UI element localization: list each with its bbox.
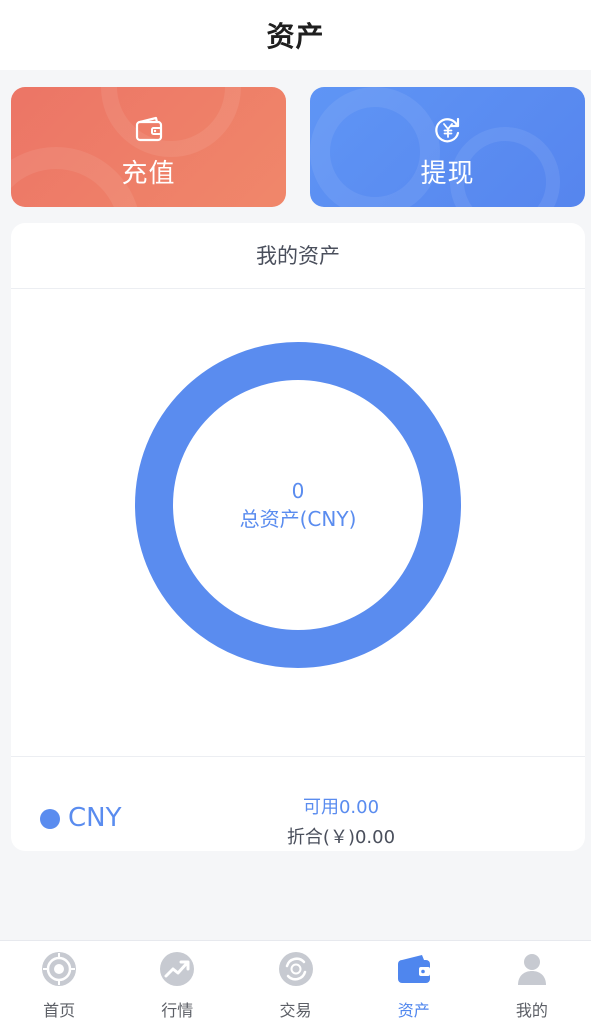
wallet-icon <box>397 955 430 983</box>
withdraw-button[interactable]: 提现 <box>310 87 585 207</box>
nav-item-home[interactable]: 首页 <box>0 941 118 1024</box>
nav-label-trade: 交易 <box>279 1001 312 1020</box>
recharge-button[interactable]: 充值 <box>11 87 286 207</box>
recharge-label: 充值 <box>121 159 176 189</box>
nav-label-home: 首页 <box>43 1001 76 1020</box>
total-assets-value: 0 <box>291 479 305 503</box>
card-decoration <box>101 87 241 157</box>
nav-item-assets[interactable]: 资产 <box>355 941 473 1024</box>
asset-chart-area: 0 总资产(CNY) <box>11 289 585 757</box>
bottom-nav: 首页 行情 交易 资产 我的 <box>0 940 591 1024</box>
wallet-icon <box>135 116 162 142</box>
nav-label-assets: 资产 <box>397 1001 430 1020</box>
withdraw-label: 提现 <box>420 159 475 189</box>
market-trend-icon <box>160 952 195 986</box>
yuan-refresh-icon <box>434 117 459 143</box>
nav-item-market[interactable]: 行情 <box>118 941 236 1024</box>
currency-color-dot <box>40 809 60 829</box>
converted-balance: 折合(￥)0.00 <box>286 827 396 848</box>
my-assets-panel: 我的资产 0 总资产(CNY) CNY 可用0.00 折合(￥)0.00 <box>11 223 585 851</box>
nav-item-profile[interactable]: 我的 <box>473 941 591 1024</box>
user-icon <box>517 954 546 985</box>
total-assets-label: 总资产(CNY) <box>239 507 357 531</box>
trade-exchange-icon <box>278 952 313 986</box>
home-target-icon <box>42 952 77 986</box>
nav-label-market: 行情 <box>161 1001 194 1020</box>
panel-title: 我的资产 <box>11 223 585 289</box>
available-balance: 可用0.00 <box>302 797 380 818</box>
header-bar: 资产 <box>0 0 591 70</box>
assets-page: 资产 充值 提现 我的资产 0 总资产(CNY) CNY 可用0.00 折合(￥… <box>0 0 591 1024</box>
nav-label-profile: 我的 <box>515 1001 548 1020</box>
currency-row-cny[interactable]: CNY 可用0.00 折合(￥)0.00 <box>11 757 585 851</box>
page-title: 资产 <box>266 20 325 53</box>
nav-item-trade[interactable]: 交易 <box>236 941 354 1024</box>
currency-name: CNY <box>68 803 122 833</box>
